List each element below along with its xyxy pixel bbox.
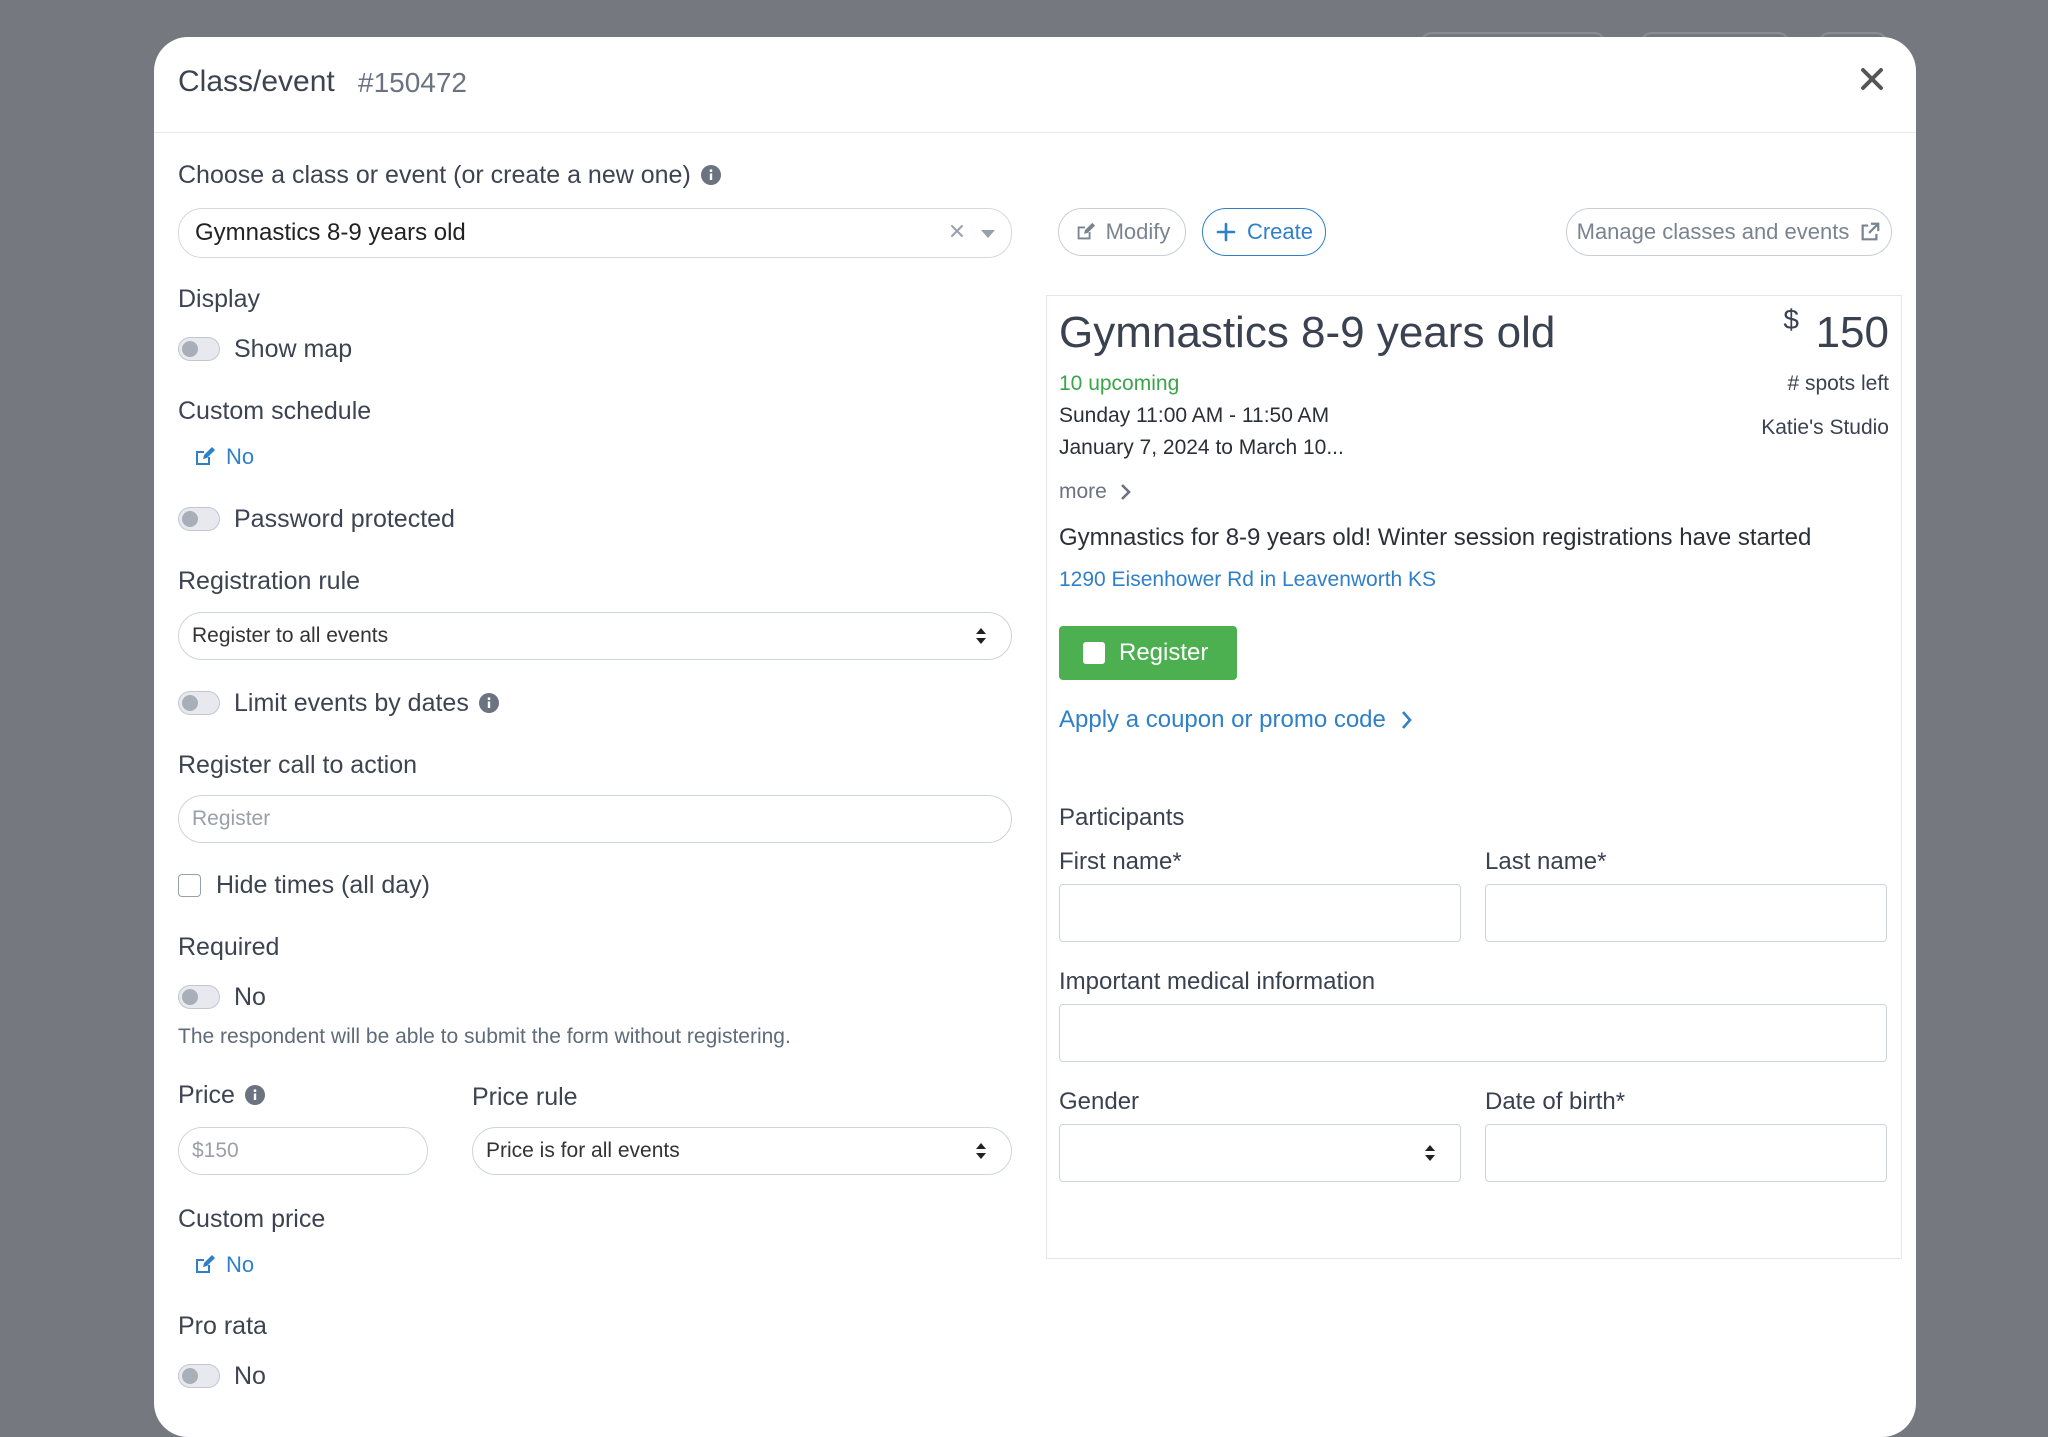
chevron-right-icon (1120, 484, 1131, 500)
participants-heading: Participants (1059, 804, 1185, 831)
required-label: Required (178, 933, 280, 961)
first-name-input[interactable] (1059, 884, 1461, 942)
preview-description: Gymnastics for 8-9 years old! Winter ses… (1059, 524, 1812, 551)
display-label: Display (178, 285, 260, 313)
dob-input[interactable] (1485, 1124, 1887, 1182)
chevron-right-icon (1401, 711, 1412, 729)
preview-currency: $ (1783, 304, 1799, 335)
registration-rule-label: Registration rule (178, 567, 361, 595)
preview-dates: January 7, 2024 to March 10... (1059, 436, 1344, 459)
cta-placeholder: Register (192, 807, 271, 830)
close-button[interactable] (1854, 61, 1890, 97)
address-link[interactable]: 1290 Eisenhower Rd in Leavenworth KS (1059, 568, 1436, 592)
modal-header: Class/event #150472 (154, 37, 1916, 133)
hide-times-label: Hide times (all day) (216, 871, 430, 899)
password-label: Password protected (234, 505, 455, 533)
custom-price-edit-link[interactable]: No (192, 1252, 254, 1278)
registration-rule-select[interactable]: Register to all events (178, 612, 1012, 660)
show-map-toggle[interactable] (178, 337, 220, 361)
info-icon[interactable] (700, 165, 721, 185)
edit-icon (196, 1255, 215, 1273)
limit-dates-toggle[interactable] (178, 691, 220, 715)
modify-label: Modify (1105, 219, 1171, 244)
manage-classes-button[interactable]: Manage classes and events (1566, 208, 1892, 256)
info-icon[interactable] (244, 1085, 265, 1105)
custom-schedule-label: Custom schedule (178, 397, 372, 425)
edit-icon (196, 447, 215, 465)
manage-label: Manage classes and events (1576, 219, 1850, 244)
last-name-label: Last name* (1485, 848, 1607, 875)
external-link-icon (1861, 222, 1880, 241)
modal-id: #150472 (358, 67, 468, 98)
medical-label: Important medical information (1059, 968, 1376, 995)
first-name-label: First name* (1059, 848, 1182, 875)
last-name-input[interactable] (1485, 884, 1887, 942)
info-icon[interactable] (478, 693, 499, 713)
class-select[interactable]: Gymnastics 8-9 years old (178, 208, 1012, 258)
show-map-label: Show map (234, 335, 353, 363)
price-input[interactable]: $150 (178, 1127, 428, 1175)
custom-price-value: No (226, 1252, 255, 1277)
gender-select[interactable] (1059, 1124, 1461, 1182)
create-label: Create (1246, 219, 1314, 244)
coupon-label: Apply a coupon or promo code (1059, 706, 1386, 733)
custom-price-label: Custom price (178, 1205, 326, 1233)
price-label: Price (178, 1081, 265, 1110)
dob-label: Date of birth* (1485, 1088, 1626, 1115)
class-event-modal: Class/event #150472 Choose a class or ev… (154, 37, 1916, 1437)
price-rule-value: Price is for all events (486, 1139, 680, 1162)
medical-input[interactable] (1059, 1004, 1887, 1062)
gender-label: Gender (1059, 1088, 1140, 1115)
pro-rata-toggle[interactable] (178, 1364, 220, 1388)
sort-icon (976, 628, 986, 644)
custom-schedule-value: No (226, 444, 255, 469)
choose-class-label: Choose a class or event (or create a new… (178, 161, 721, 190)
price-placeholder: $150 (192, 1139, 239, 1162)
preview-price: 150 (1815, 308, 1889, 357)
modal-title: Class/event (178, 65, 335, 98)
sort-icon (976, 1143, 986, 1159)
sort-icon (1425, 1145, 1435, 1161)
custom-schedule-edit-link[interactable]: No (192, 444, 254, 470)
spots-left: # spots left (1787, 372, 1889, 395)
coupon-link[interactable]: Apply a coupon or promo code (1059, 706, 1412, 734)
required-toggle[interactable] (178, 985, 220, 1009)
class-select-value: Gymnastics 8-9 years old (195, 219, 466, 246)
close-icon (1861, 68, 1883, 90)
pro-rata-label: Pro rata (178, 1312, 267, 1340)
preview-schedule: Sunday 11:00 AM - 11:50 AM (1059, 404, 1330, 427)
create-button[interactable]: Create (1202, 208, 1326, 256)
more-label: more (1059, 480, 1107, 503)
upcoming-count[interactable]: 10 upcoming (1059, 372, 1179, 396)
register-label: Register (1119, 639, 1209, 666)
preview-title: Gymnastics 8-9 years old (1059, 308, 1556, 357)
limit-dates-label-text: Limit events by dates (234, 689, 469, 717)
edit-icon (1077, 222, 1095, 240)
preview-studio: Katie's Studio (1761, 416, 1889, 439)
hide-times-checkbox[interactable] (178, 874, 201, 897)
modify-button[interactable]: Modify (1058, 208, 1186, 256)
cta-label: Register call to action (178, 751, 418, 779)
password-toggle[interactable] (178, 507, 220, 531)
required-value: No (234, 983, 266, 1011)
choose-class-label-text: Choose a class or event (or create a new… (178, 161, 691, 189)
register-button[interactable]: Register (1059, 626, 1237, 680)
clear-icon[interactable] (949, 223, 965, 239)
cta-input[interactable]: Register (178, 795, 1012, 843)
required-help-text: The respondent will be able to submit th… (178, 1025, 791, 1048)
pro-rata-value: No (234, 1362, 266, 1390)
price-rule-label: Price rule (472, 1083, 578, 1111)
registration-rule-value: Register to all events (192, 624, 389, 647)
chevron-down-icon[interactable] (981, 230, 995, 238)
price-rule-select[interactable]: Price is for all events (472, 1127, 1012, 1175)
limit-dates-label: Limit events by dates (234, 689, 499, 718)
checkbox-icon (1083, 642, 1105, 664)
plus-icon (1216, 222, 1236, 242)
price-label-text: Price (178, 1081, 235, 1109)
more-link[interactable]: more (1059, 480, 1131, 504)
event-preview-card: Gymnastics 8-9 years old $ 150 10 upcomi… (1046, 295, 1902, 1259)
